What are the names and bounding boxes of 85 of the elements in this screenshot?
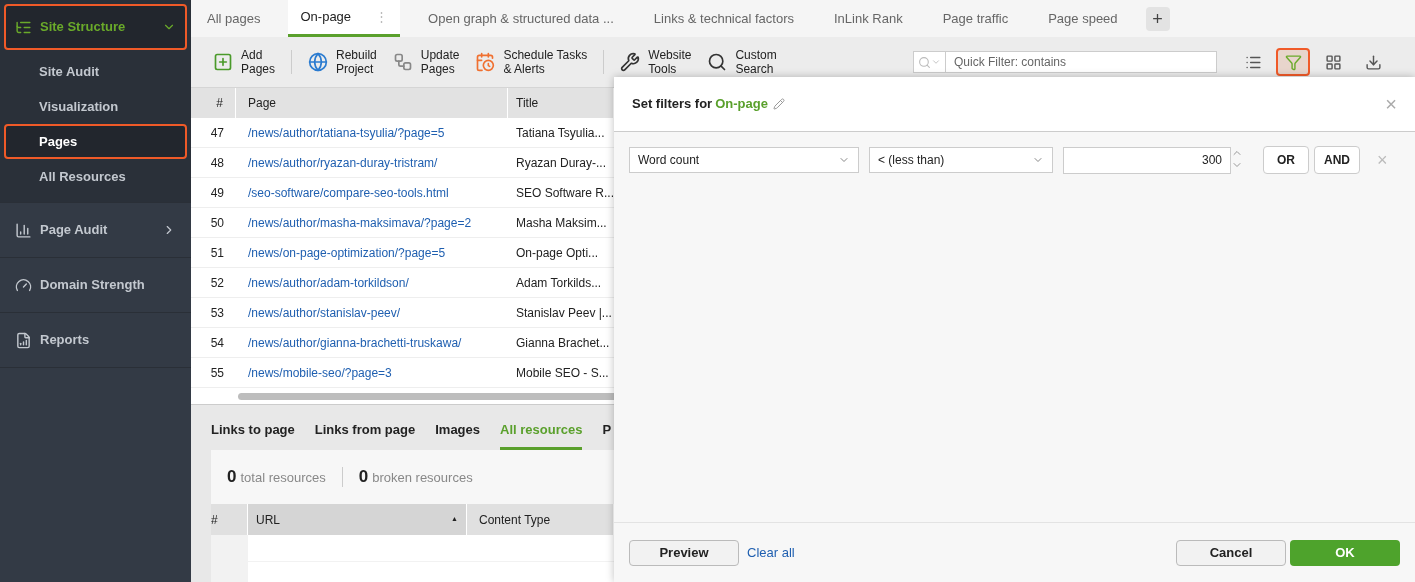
table-cell-text: Stanislav Peev |... <box>515 304 613 322</box>
table-cell-text: 51 <box>209 244 225 262</box>
table-cell[interactable]: /news/author/masha-maksimava/?page=2 <box>236 213 508 232</box>
table-cell-text: Masha Maksim... <box>515 214 608 232</box>
field-select[interactable]: Word count <box>629 147 859 173</box>
sidebar-section[interactable]: Domain Strength <box>4 262 187 308</box>
tab[interactable]: Images <box>435 419 481 450</box>
search-options-button[interactable] <box>913 51 946 73</box>
chevron-down-icon <box>931 57 941 67</box>
table-cell-text: 52 <box>209 274 225 292</box>
table-cell[interactable]: /news/author/tatiana-tsyulia/?page=5 <box>236 123 508 142</box>
tab[interactable]: Open graph & structured data ... <box>416 0 626 37</box>
gauge-icon <box>15 276 32 294</box>
table-cell-text: Tatiana Tsyulia... <box>515 124 606 142</box>
toolbar-button[interactable]: Rebuild Project <box>308 48 377 76</box>
search-icon <box>707 52 728 72</box>
sidebar-item[interactable]: All Resources <box>4 159 187 194</box>
or-button[interactable]: OR <box>1263 146 1309 174</box>
toolbar-button[interactable]: Schedule Tasks & Alerts <box>475 48 588 76</box>
table-cell[interactable]: /news/mobile-seo/?page=3 <box>236 363 508 382</box>
tab[interactable]: Links & technical factors <box>641 0 806 37</box>
value-field[interactable]: 300 <box>1063 146 1231 174</box>
toolbar-button[interactable]: Update Pages <box>392 48 460 76</box>
clear-all-link[interactable]: Clear all <box>747 542 795 563</box>
grid-icon <box>1324 53 1342 71</box>
table-cell[interactable]: /news/author/adam-torkildson/ <box>236 273 508 292</box>
plus-square-icon <box>213 52 233 72</box>
tab[interactable]: On-page ⋮ <box>288 0 401 37</box>
tab[interactable]: Links to page <box>211 419 295 450</box>
operator-select[interactable]: < (less than) <box>869 147 1053 173</box>
table-cell-text: Ryazan Duray-... <box>515 154 608 172</box>
column-header[interactable]: # <box>191 88 236 118</box>
tab[interactable]: Page traffic <box>930 0 1021 37</box>
table-cell[interactable]: /news/on-page-optimization/?page=5 <box>236 243 508 262</box>
add-tab-button[interactable]: + <box>1145 7 1170 31</box>
toolbar-button[interactable]: Website Tools <box>620 48 692 76</box>
tab[interactable]: InLink Rank <box>822 0 915 37</box>
flow-icon <box>392 52 413 72</box>
table-cell[interactable]: /seo-software/compare-seo-tools.html <box>236 183 508 202</box>
pencil-icon[interactable] <box>772 98 785 110</box>
tab[interactable]: Page speed <box>1036 0 1130 37</box>
table-cell-text: Mobile SEO - S... <box>515 364 610 382</box>
table-cell-text: Adam Torkilds... <box>515 274 603 292</box>
table-cell-text: 54 <box>209 334 225 352</box>
column-header[interactable]: Page <box>236 88 508 118</box>
table-cell-text: Gianna Brachet... <box>515 334 611 352</box>
globe-icon <box>308 52 329 72</box>
table-cell-text: 50 <box>209 214 225 232</box>
filter-icon <box>1284 53 1302 71</box>
table-cell-text: 49 <box>209 184 225 202</box>
sidebar-item[interactable]: Visualization <box>4 89 187 124</box>
table-cell[interactable]: /news/author/stanislav-peev/ <box>236 303 508 322</box>
bar-chart-icon <box>15 221 32 239</box>
filter-target: On-page <box>715 95 768 114</box>
dialog-title: Set filters for <box>632 95 713 114</box>
search-icon <box>918 55 931 69</box>
sidebar-section[interactable]: Page Audit <box>4 207 187 253</box>
wrench-icon <box>620 52 641 72</box>
summary-stat: 0 broken resources <box>358 466 473 489</box>
calendar-icon <box>475 52 496 72</box>
sidebar-item[interactable]: Site Audit <box>4 54 187 89</box>
toolbar-button[interactable]: Custom Search <box>707 48 777 76</box>
tab[interactable]: All pages <box>195 0 273 37</box>
and-button[interactable]: AND <box>1314 146 1360 174</box>
table-cell[interactable]: /news/author/gianna-brachetti-truskawa/ <box>236 333 508 352</box>
table-cell-text: SEO Software R... <box>515 184 614 202</box>
sidebar-section[interactable]: Reports <box>4 317 187 363</box>
download-icon <box>1364 53 1382 71</box>
tab[interactable]: P <box>602 419 612 450</box>
view-button[interactable] <box>1276 48 1310 76</box>
summary-stat: 0 total resources <box>227 466 326 489</box>
tab[interactable]: Links from page <box>314 419 416 450</box>
table-cell-text: 47 <box>209 124 225 142</box>
cancel-button[interactable]: Cancel <box>1176 539 1286 566</box>
sidebar-section[interactable]: Site Structure <box>4 4 187 50</box>
toolbar-button[interactable]: Add Pages <box>213 48 276 76</box>
report-icon <box>15 331 32 349</box>
table-cell-text: On-page Opti... <box>515 244 600 262</box>
preview-button[interactable]: Preview <box>629 539 739 566</box>
quick-filter-field[interactable]: Quick Filter: contains <box>946 51 1217 73</box>
table-cell-text: 55 <box>209 364 225 382</box>
table-cell[interactable]: /news/author/ryazan-duray-tristram/ <box>236 153 508 172</box>
table-cell-text: 48 <box>209 154 225 172</box>
sidebar-item[interactable]: Pages <box>4 124 187 159</box>
table-cell-text: 53 <box>209 304 225 322</box>
